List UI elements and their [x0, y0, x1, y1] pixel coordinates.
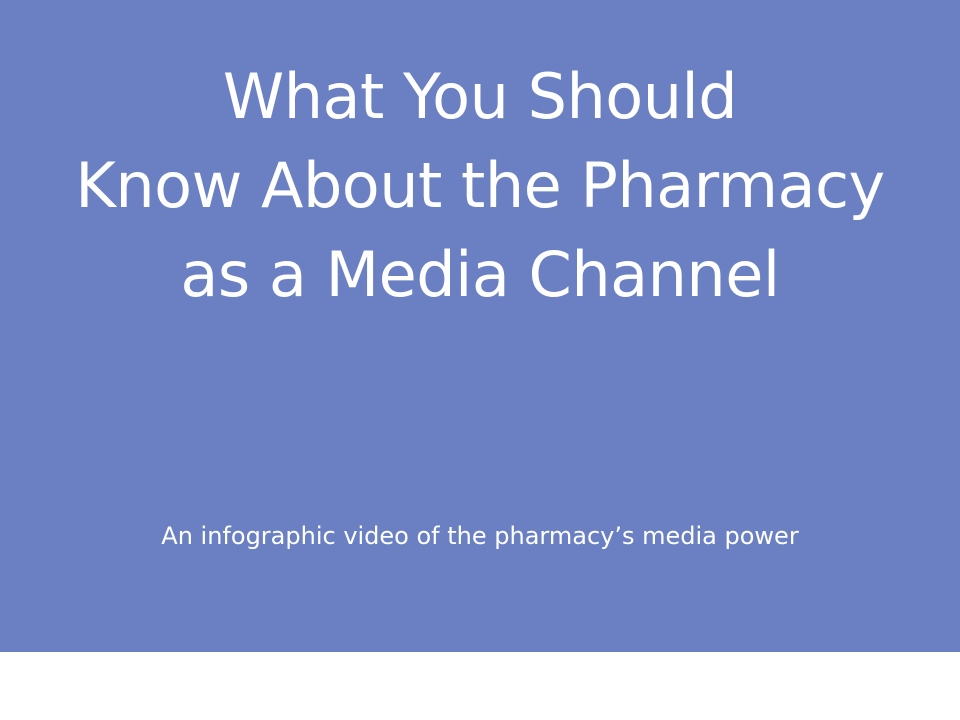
slide-title-line-1: What You Should: [222, 60, 738, 133]
bottom-strip: [0, 652, 960, 720]
slide-title: What You Should Know About the Pharmacy …: [0, 52, 960, 319]
slide-subtitle: An infographic video of the pharmacy’s m…: [161, 522, 799, 550]
slide-title-line-2: Know About the Pharmacy: [75, 149, 885, 222]
slide-title-line-3: as a Media Channel: [180, 238, 780, 311]
title-slide: What You Should Know About the Pharmacy …: [0, 0, 960, 652]
